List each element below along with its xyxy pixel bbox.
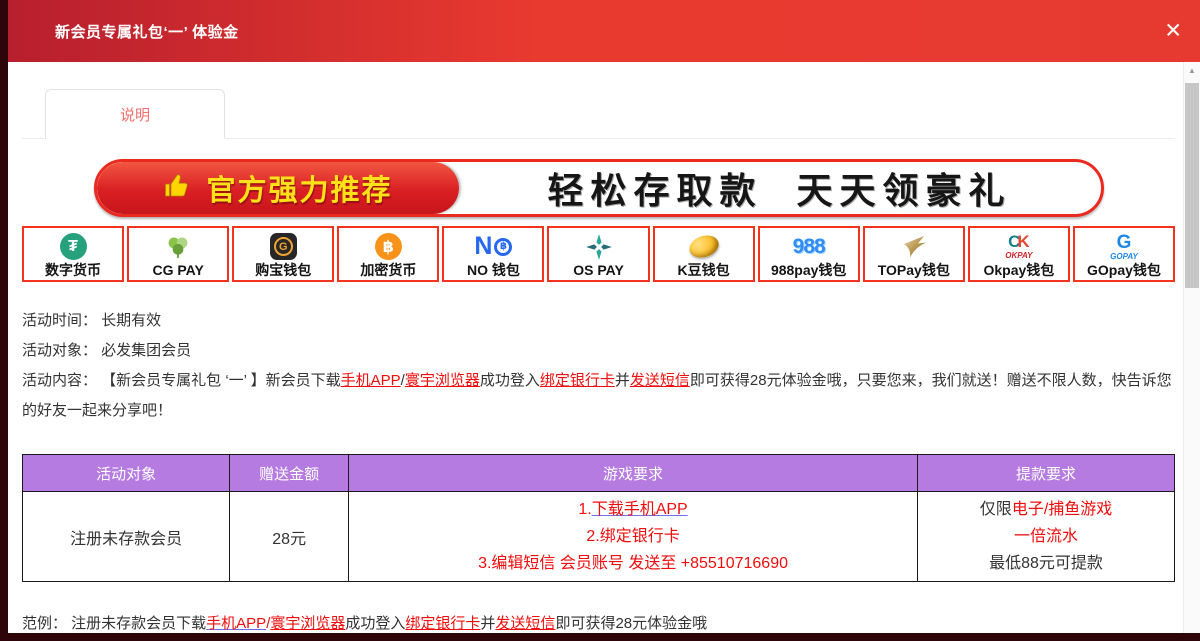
ospay-sparkle-icon [585,232,613,262]
payment-label: 购宝钱包 [255,263,311,277]
no-wallet-icon: N฿ [474,232,512,262]
text-segment: 最低88元可提款 [989,555,1103,572]
text-segment: 1. [578,501,591,518]
inline-link[interactable]: 绑定银行卡 [405,615,480,632]
topay-gold-icon [898,232,930,262]
scrollbar-thumb[interactable] [1185,83,1199,288]
header-bonus-amount: 赠送金额 [230,455,349,492]
inline-link[interactable]: 寰宇浏览器 [270,615,345,632]
text-segment: 活动对象： 必发集团会员 [22,342,191,359]
payment-label: NO 钱包 [467,263,520,277]
promo-banner: 官方强力推荐 轻松存取款 天天领豪礼 [94,159,1104,217]
text-segment: 活动时间： 长期有效 [22,312,161,329]
inline-link[interactable]: 下载手机APP [592,501,688,518]
table-header-row: 活动对象 赠送金额 游戏要求 提款要求 [23,455,1175,492]
inline-link[interactable]: 手机APP [206,615,266,632]
inline-link[interactable]: 寰宇浏览器 [405,372,480,389]
payment-item: GGOPAY GOpay钱包 [1073,226,1175,282]
tabs-bar: 说明 [22,89,1175,139]
text-segment: 3.编辑短信 会员账号 发送至 +85510716690 [478,555,788,572]
payment-item: 988 988pay钱包 [758,226,860,282]
payment-item: CKOKPAY Okpay钱包 [968,226,1070,282]
text-segment: 电子/捕鱼游戏 [1012,501,1112,518]
payment-label: GOpay钱包 [1087,263,1161,277]
promo-modal: 新会员专属礼包‘一’ 体验金 ✕ 说明 官方强力推荐 轻松存取款 天天领豪礼 ₮ [8,0,1200,633]
payment-label: OS PAY [573,263,624,277]
official-recommend-badge: 官方强力推荐 [97,162,459,214]
goubao-wallet-icon: G [270,232,297,262]
close-icon[interactable]: ✕ [1164,21,1182,42]
payment-item: CG PAY [127,226,229,282]
cell-withdraw-requirement: 仅限电子/捕鱼游戏一倍流水最低88元可提款 [918,492,1175,582]
activity-content-line: 活动内容： 【新会员专属礼包 ‘一’ 】新会员下载手机APP/寰宇浏览器成功登入… [22,366,1175,426]
cell-line: 1.下载手机APP [349,496,917,523]
cell-line: 仅限电子/捕鱼游戏 [918,496,1174,523]
payment-item: OS PAY [547,226,649,282]
payment-label: Okpay钱包 [983,263,1054,277]
payment-item: TOPay钱包 [863,226,965,282]
modal-body: 说明 官方强力推荐 轻松存取款 天天领豪礼 ₮ 数字货币 C [8,62,1183,633]
scrollbar[interactable]: ▲ [1183,62,1200,633]
payment-label: TOPay钱包 [878,263,950,277]
gold-bean-icon [689,232,719,262]
inline-link[interactable]: 绑定银行卡 [540,372,615,389]
text-segment: 活动内容： 【新会员专属礼包 ‘一’ 】新会员下载 [22,372,341,389]
payment-label: K豆钱包 [678,263,730,277]
text-segment: 范例： 注册未存款会员下载 [22,615,206,632]
activity-target-line: 活动对象： 必发集团会员 [22,336,1175,366]
thumbs-up-icon [162,171,194,206]
cell-line: 2.绑定银行卡 [349,523,917,550]
bitcoin-icon: ฿ [375,232,402,262]
cgpay-clover-icon [163,232,193,262]
payment-methods-row: ₮ 数字货币 CG PAY G 购宝钱包 ฿ 加密货币 N฿ NO 钱包 [22,226,1175,282]
cell-bonus-amount: 28元 [230,492,349,582]
header-withdraw-requirement: 提款要求 [918,455,1175,492]
inline-link[interactable]: 发送短信 [630,372,690,389]
okpay-ck-icon: CKOKPAY [1005,232,1032,262]
payment-label: 988pay钱包 [771,263,846,277]
activity-details: 活动时间： 长期有效 活动对象： 必发集团会员 活动内容： 【新会员专属礼包 ‘… [22,306,1175,426]
text-segment: 仅限 [980,501,1012,518]
cell-line: 一倍流水 [918,523,1174,550]
inline-link[interactable]: 手机APP [341,372,401,389]
cell-game-requirement: 1.下载手机APP 2.绑定银行卡 3.编辑短信 会员账号 发送至 +8551071… [349,492,918,582]
text-segment: 并 [615,372,630,389]
modal-title: 新会员专属礼包‘一’ 体验金 [55,21,239,42]
text-segment: 2.绑定银行卡 [586,528,679,545]
text-segment: 即可获得28元体验金哦 [555,615,707,632]
pay988-icon: 988 [793,232,825,262]
banner-headline: 轻松存取款 天天领豪礼 [459,162,1101,214]
tab-label: 说明 [120,104,150,125]
text-segment: 成功登入 [480,372,540,389]
payment-label: CG PAY [152,263,203,277]
inline-link[interactable]: 发送短信 [495,615,555,632]
badge-text: 官方强力推荐 [206,167,392,209]
text-segment: 一倍流水 [1014,528,1078,545]
text-segment: 并 [480,615,495,632]
header-game-requirement: 游戏要求 [349,455,918,492]
cell-line: 3.编辑短信 会员账号 发送至 +85510716690 [349,550,917,577]
payment-item: N฿ NO 钱包 [442,226,544,282]
payment-label: 数字货币 [45,263,101,277]
header-activity-target: 活动对象 [23,455,230,492]
requirements-table: 活动对象 赠送金额 游戏要求 提款要求 注册未存款会员 28元 1.下载手机AP… [22,454,1175,582]
payment-item: G 购宝钱包 [232,226,334,282]
cell-line: 最低88元可提款 [918,550,1174,577]
table-row: 注册未存款会员 28元 1.下载手机APP 2.绑定银行卡 3.编辑短信 会员账号 … [23,492,1175,582]
scrollbar-up-arrow-icon[interactable]: ▲ [1184,62,1200,78]
activity-time-line: 活动时间： 长期有效 [22,306,1175,336]
cell-activity-target: 注册未存款会员 [23,492,230,582]
tab-shuoming[interactable]: 说明 [45,89,225,139]
modal-header: 新会员专属礼包‘一’ 体验金 ✕ [8,0,1200,62]
text-segment: 成功登入 [345,615,405,632]
payment-item: ₮ 数字货币 [22,226,124,282]
tether-icon: ₮ [60,232,87,262]
payment-label: 加密货币 [360,263,416,277]
payment-item: ฿ 加密货币 [337,226,439,282]
payment-item: K豆钱包 [653,226,755,282]
gopay-g-icon: GGOPAY [1110,232,1138,262]
example-line: 范例： 注册未存款会员下载手机APP/寰宇浏览器成功登入绑定银行卡并发送短信即可… [22,612,1175,633]
